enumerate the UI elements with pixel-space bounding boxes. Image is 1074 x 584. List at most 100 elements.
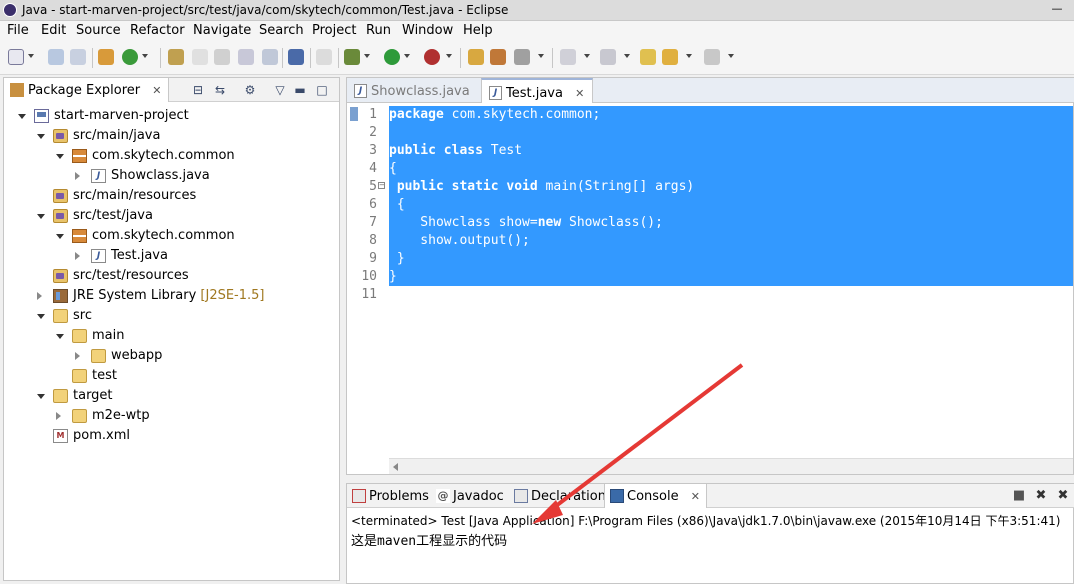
tree-item[interactable]: J Showclass.java [75, 166, 338, 186]
annotation-dropdown-icon[interactable] [624, 54, 630, 58]
new-package-icon[interactable] [490, 49, 506, 65]
menu-file[interactable]: File [7, 23, 29, 38]
wand-icon[interactable] [514, 49, 530, 65]
menu-help[interactable]: Help [463, 23, 493, 38]
tab-javadoc[interactable]: @ Javadoc [431, 484, 510, 508]
menu-refactor[interactable]: Refactor [130, 23, 185, 38]
close-icon[interactable]: ✕ [691, 490, 700, 503]
expand-right-icon[interactable] [75, 352, 80, 360]
expand-right-icon[interactable] [37, 292, 42, 300]
maximize-view-icon[interactable]: □ [314, 82, 330, 98]
tab-showclass-java[interactable]: J Showclass.java [347, 78, 478, 103]
tab-problems[interactable]: Problems [347, 484, 435, 508]
close-icon[interactable]: ✕ [152, 84, 161, 97]
tree-item[interactable]: src/main/resources [37, 186, 338, 206]
run-icon[interactable] [384, 49, 400, 65]
open-element-dropdown-icon[interactable] [584, 54, 590, 58]
tree-item[interactable]: src/test/java [37, 206, 338, 226]
expand-down-icon[interactable] [37, 214, 45, 219]
tree-item[interactable]: com.skytech.common [56, 146, 338, 166]
refresh-icon[interactable] [122, 49, 138, 65]
debug-icon[interactable] [344, 49, 360, 65]
expand-down-icon[interactable] [56, 234, 64, 239]
tree-item-label: JRE System Library [J2SE-1.5] [73, 288, 265, 303]
open-type-icon[interactable] [98, 49, 114, 65]
expand-down-icon[interactable] [56, 334, 64, 339]
tree-item[interactable]: webapp [75, 346, 338, 366]
brush-icon[interactable] [168, 49, 184, 65]
minimize-view-icon[interactable]: ▬ [292, 82, 308, 98]
tree-item[interactable]: src/main/java [37, 126, 338, 146]
save-all-icon[interactable] [70, 49, 86, 65]
tab-test-java[interactable]: J Test.java ✕ [481, 78, 594, 103]
menu-search[interactable]: Search [259, 23, 304, 38]
menu-project[interactable]: Project [312, 23, 356, 38]
tab-console[interactable]: Console ✕ [604, 484, 707, 508]
expand-down-icon[interactable] [37, 314, 45, 319]
last-edit-icon[interactable] [640, 49, 656, 65]
link-with-editor-icon[interactable]: ⇆ [212, 82, 228, 98]
menu-run[interactable]: Run [366, 23, 391, 38]
tab-package-explorer[interactable]: Package Explorer ✕ [4, 78, 169, 102]
tree-item[interactable]: m2e-wtp [56, 406, 338, 426]
menu-window[interactable]: Window [402, 23, 453, 38]
open-element-icon[interactable] [560, 49, 576, 65]
expand-down-icon[interactable] [37, 394, 45, 399]
view-menu-icon[interactable]: ▽ [272, 82, 288, 98]
expand-down-icon[interactable] [18, 114, 26, 119]
horizontal-scrollbar[interactable] [389, 458, 1073, 474]
scroll-left-icon[interactable] [393, 463, 398, 471]
tree-item[interactable]: com.skytech.common [56, 226, 338, 246]
toggle-icon[interactable] [262, 49, 278, 65]
minimize-button[interactable]: — [1044, 2, 1070, 18]
close-icon[interactable]: ✕ [575, 87, 584, 100]
new-java-project-icon[interactable] [468, 49, 484, 65]
pen-icon[interactable] [192, 49, 208, 65]
run-dropdown-icon[interactable] [404, 54, 410, 58]
pen-alt-icon[interactable] [214, 49, 230, 65]
code-area[interactable]: package com.skytech.common; public class … [389, 104, 1073, 456]
tree-item[interactable]: start-marven-project [18, 106, 338, 126]
fold-collapse-icon[interactable]: − [378, 182, 385, 189]
wand-dropdown-icon[interactable] [538, 54, 544, 58]
expand-down-icon[interactable] [37, 134, 45, 139]
new-dropdown-icon[interactable] [28, 54, 34, 58]
tab-declaration[interactable]: Declaration [509, 484, 612, 508]
remove-launch-icon[interactable]: ✖ [1033, 488, 1049, 504]
tree-item[interactable]: J Test.java [75, 246, 338, 266]
tree-item[interactable]: main [56, 326, 338, 346]
external-tools-dropdown-icon[interactable] [446, 54, 452, 58]
package-explorer-icon [10, 83, 24, 97]
save-icon[interactable] [48, 49, 64, 65]
new-icon[interactable] [8, 49, 24, 65]
tree-item[interactable]: Mpom.xml [37, 426, 338, 446]
edit-icon[interactable] [238, 49, 254, 65]
remove-all-icon[interactable]: ✖ [1055, 488, 1071, 504]
console-toolbar-icon[interactable] [288, 49, 304, 65]
tree-item[interactable]: src/test/resources [37, 266, 338, 286]
external-tools-icon[interactable] [424, 49, 440, 65]
tree-item[interactable]: test [56, 366, 338, 386]
back-icon[interactable] [662, 49, 678, 65]
pin-icon[interactable] [316, 49, 332, 65]
menu-edit[interactable]: Edit [41, 23, 66, 38]
expand-right-icon[interactable] [75, 252, 80, 260]
annotation-icon[interactable] [600, 49, 616, 65]
menu-source[interactable]: Source [76, 23, 121, 38]
debug-dropdown-icon[interactable] [364, 54, 370, 58]
refresh-dropdown-icon[interactable] [142, 54, 148, 58]
back-dropdown-icon[interactable] [686, 54, 692, 58]
expand-right-icon[interactable] [75, 172, 80, 180]
focus-icon[interactable]: ⚙ [242, 82, 258, 98]
forward-icon[interactable] [704, 49, 720, 65]
tree-item[interactable]: target [37, 386, 338, 406]
terminate-icon[interactable]: ■ [1011, 488, 1027, 504]
expand-down-icon[interactable] [56, 154, 64, 159]
menu-navigate[interactable]: Navigate [193, 23, 251, 38]
tree-item[interactable]: JRE System Library [J2SE-1.5] [37, 286, 338, 306]
forward-dropdown-icon[interactable] [728, 54, 734, 58]
expand-right-icon[interactable] [56, 412, 61, 420]
collapse-all-icon[interactable]: ⊟ [190, 82, 206, 98]
folder-icon [72, 369, 87, 383]
tree-item[interactable]: src [37, 306, 338, 326]
